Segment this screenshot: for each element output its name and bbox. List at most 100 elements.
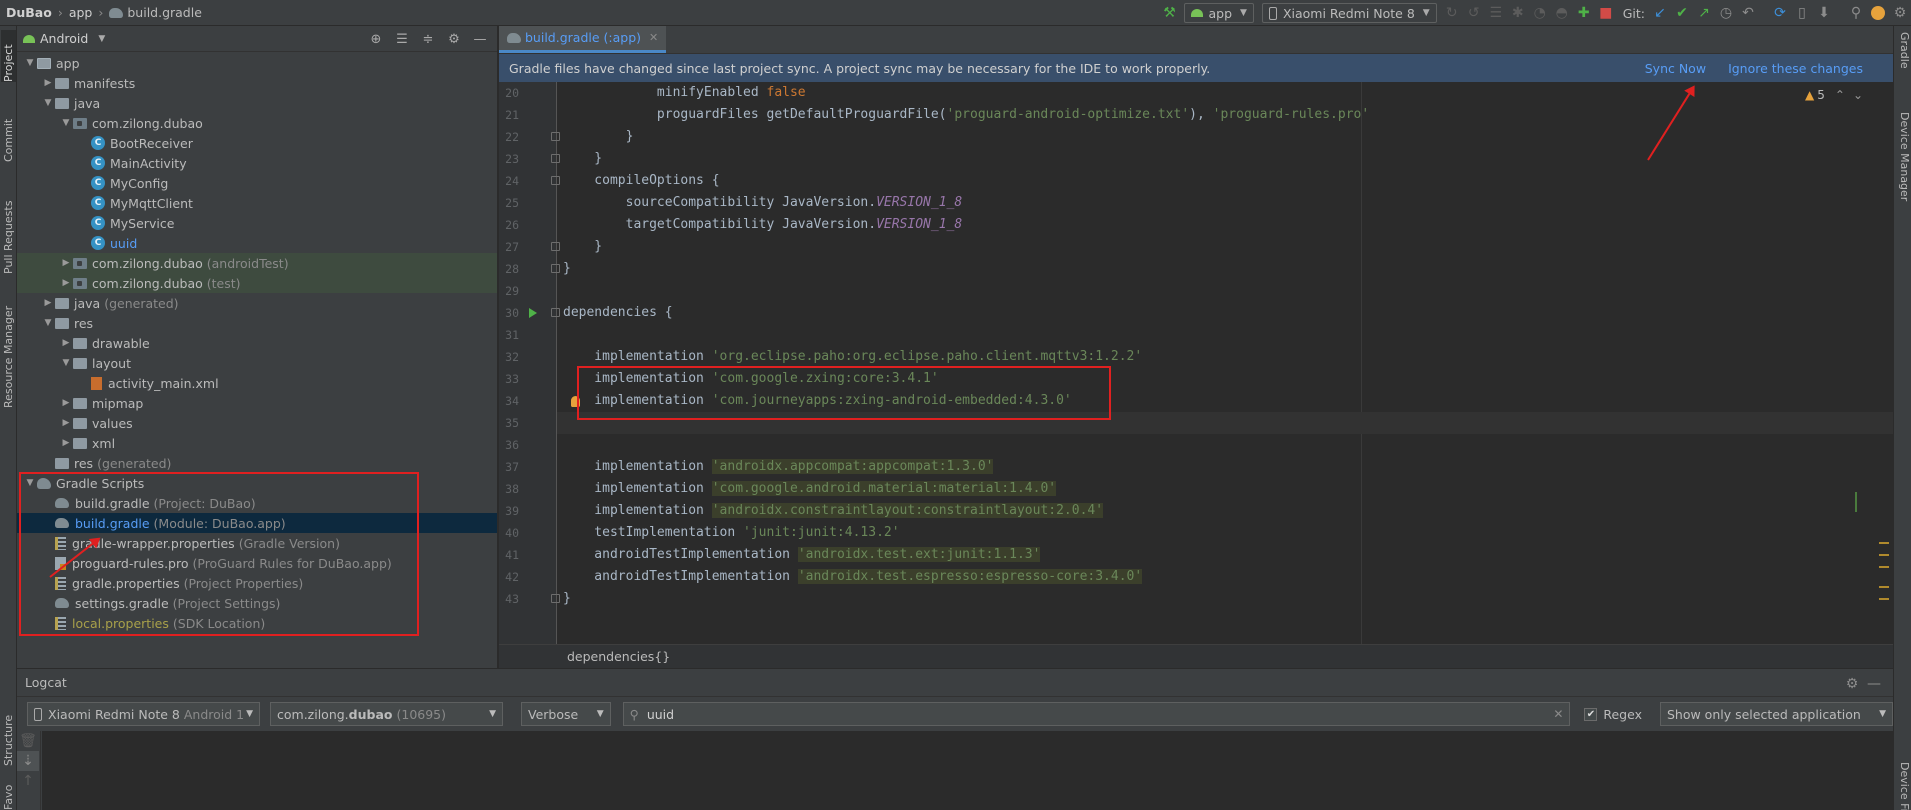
chevron-down-icon[interactable]: ▼ — [59, 118, 73, 128]
project-view-mode[interactable]: Android — [40, 31, 88, 46]
code-line[interactable]: sourceCompatibility JavaVersion.VERSION_… — [563, 192, 963, 214]
tree-item[interactable]: Cuuid — [17, 233, 497, 253]
tool-tab-structure[interactable]: Structure — [1, 696, 16, 766]
lightbulb-icon[interactable] — [571, 396, 580, 407]
code-line[interactable]: implementation 'com.google.zxing:core:3.… — [563, 368, 938, 390]
tree-item[interactable]: ▶ com.zilong.dubao (test) — [17, 273, 497, 293]
rerun-icon[interactable]: ↻ — [1441, 2, 1463, 24]
chevron-down-icon[interactable]: ▼ — [41, 98, 55, 108]
tool-tab-favorites[interactable]: Favorites — [1, 784, 16, 810]
git-commit-icon[interactable]: ✔ — [1671, 2, 1693, 24]
fold-marker-icon[interactable] — [551, 154, 560, 163]
tool-tab-device-file-explorer[interactable]: Device File Explorer — [1896, 762, 1911, 810]
chevron-up-icon[interactable]: ⌃ — [1835, 88, 1845, 102]
attach-debugger-icon[interactable]: ✚ — [1573, 2, 1595, 24]
arrow-up-icon[interactable]: ↑ — [17, 771, 39, 791]
logcat-search-input[interactable]: ⚲ uuid ✕ — [622, 702, 1571, 726]
ignore-changes-link[interactable]: Ignore these changes — [1728, 61, 1863, 76]
fold-marker-icon[interactable] — [551, 594, 560, 603]
tool-tab-pull-requests[interactable]: Pull Requests — [1, 186, 16, 274]
chevron-right-icon[interactable]: ▶ — [59, 398, 73, 408]
tree-item[interactable]: ▼ java — [17, 93, 497, 113]
tree-item[interactable]: gradle.properties (Project Properties) — [17, 573, 497, 593]
tree-item[interactable]: build.gradle (Project: DuBao) — [17, 493, 497, 513]
tree-item[interactable]: C MainActivity — [17, 153, 497, 173]
tool-tab-gradle[interactable]: Gradle — [1896, 32, 1911, 82]
warning-stripe[interactable] — [1879, 598, 1889, 600]
expand-all-icon[interactable]: ☰ — [389, 28, 415, 50]
tree-item[interactable]: ▶ drawable — [17, 333, 497, 353]
tree-item[interactable]: activity_main.xml — [17, 373, 497, 393]
code-line[interactable]: proguardFiles getDefaultProguardFile('pr… — [563, 104, 1369, 126]
chevron-right-icon[interactable]: ▶ — [59, 338, 73, 348]
code-line[interactable]: androidTestImplementation 'androidx.test… — [563, 544, 1041, 566]
sync-now-link[interactable]: Sync Now — [1645, 61, 1706, 76]
tool-tab-project[interactable]: Project — [1, 30, 16, 82]
code-line[interactable]: } — [563, 148, 602, 170]
code-line[interactable]: } — [563, 126, 634, 148]
tree-item[interactable]: C MyMqttClient — [17, 193, 497, 213]
device-select[interactable]: Xiaomi Redmi Note 8 ▼ — [1261, 3, 1437, 23]
logcat-device-select[interactable]: Xiaomi Redmi Note 8 Android 1 ▼ — [27, 702, 260, 726]
tool-tab-resource-manager[interactable]: Resource Manager — [1, 296, 16, 408]
hammer-icon[interactable]: ⚒ — [1158, 2, 1180, 24]
sdk-manager-icon[interactable]: ⬇ — [1813, 2, 1835, 24]
fold-marker-icon[interactable] — [551, 132, 560, 141]
gear-icon[interactable]: ⚙ — [441, 28, 467, 50]
tree-item[interactable]: build.gradle (Module: DuBao.app) — [17, 513, 497, 533]
tree-item[interactable]: res (generated) — [17, 453, 497, 473]
tree-item[interactable]: ▼ res — [17, 313, 497, 333]
tree-item[interactable]: ▼ Gradle Scripts — [17, 473, 497, 493]
chevron-right-icon[interactable]: ▶ — [59, 258, 73, 268]
profile-icon[interactable]: ◔ — [1529, 2, 1551, 24]
chevron-down-icon[interactable]: ▼ — [23, 58, 37, 68]
tree-item[interactable]: C MyConfig — [17, 173, 497, 193]
warning-stripe[interactable] — [1879, 554, 1889, 556]
clear-icon[interactable]: ✕ — [1553, 707, 1563, 721]
code-area[interactable]: 20 21 22 23 24 25 26 27 28 29 30 31 32 33 34 35 36 37 38 39… — [499, 82, 1893, 644]
fold-marker-icon[interactable] — [551, 308, 560, 317]
code-line[interactable]: androidTestImplementation 'androidx.test… — [563, 566, 1143, 588]
debug-icon[interactable]: ✱ — [1507, 2, 1529, 24]
hide-panel-icon[interactable]: — — [467, 28, 493, 50]
tool-tab-device-manager[interactable]: Device Manager — [1896, 112, 1911, 212]
code-line[interactable]: testImplementation 'junit:junit:4.13.2' — [563, 522, 899, 544]
code-line[interactable]: } — [563, 236, 602, 258]
warning-stripe[interactable] — [1879, 566, 1889, 568]
tree-item[interactable]: ▶ values — [17, 413, 497, 433]
tree-item[interactable]: local.properties (SDK Location) — [17, 613, 497, 633]
tree-item[interactable]: ▶ mipmap — [17, 393, 497, 413]
fold-marker-icon[interactable] — [551, 176, 560, 185]
chevron-right-icon[interactable]: ▶ — [59, 418, 73, 428]
fold-marker-icon[interactable] — [551, 264, 560, 273]
regex-checkbox[interactable]: ✔ — [1584, 707, 1598, 721]
tree-item[interactable]: proguard-rules.pro (ProGuard Rules for Du… — [17, 553, 497, 573]
logcat-level-select[interactable]: Verbose ▼ — [521, 702, 611, 726]
chevron-down-icon[interactable]: ▼ — [59, 358, 73, 368]
chevron-right-icon[interactable]: ▶ — [41, 298, 55, 308]
trash-icon[interactable]: 🗑 — [17, 731, 39, 751]
code-line[interactable]: implementation 'androidx.constraintlayou… — [563, 500, 1104, 522]
stop-icon[interactable]: ■ — [1595, 2, 1617, 24]
search-icon[interactable]: ⚲ — [1845, 2, 1867, 24]
code-line[interactable]: implementation 'org.eclipse.paho:org.ecl… — [563, 346, 1142, 368]
tree-item[interactable]: ▶ manifests — [17, 73, 497, 93]
code-line[interactable]: implementation 'com.journeyapps:zxing-an… — [563, 390, 1071, 412]
settings-icon[interactable]: ⚙ — [1889, 2, 1911, 24]
tree-item[interactable]: ▼ com.zilong.dubao — [17, 113, 497, 133]
update-icon[interactable] — [1867, 2, 1889, 24]
code-breadcrumb-item[interactable]: dependencies{} — [567, 649, 670, 664]
logcat-output[interactable] — [42, 731, 1893, 810]
logcat-filter-select[interactable]: Show only selected application ▼ — [1659, 702, 1893, 726]
tree-item[interactable]: settings.gradle (Project Settings) — [17, 593, 497, 613]
chevron-right-icon[interactable]: ▶ — [41, 78, 55, 88]
git-push-icon[interactable]: ↗ — [1693, 2, 1715, 24]
sync-gradle-icon[interactable]: ⟳ — [1769, 2, 1791, 24]
code-line[interactable]: dependencies { — [563, 302, 673, 324]
hide-panel-icon[interactable]: — — [1863, 673, 1885, 695]
inspection-widget[interactable]: ▲ 5 ⌃ ⌄ — [1805, 88, 1863, 102]
git-update-icon[interactable]: ↙ — [1649, 2, 1671, 24]
code-line[interactable]: implementation 'com.google.android.mater… — [563, 478, 1057, 500]
gear-icon[interactable]: ⚙ — [1841, 673, 1863, 695]
tree-item[interactable]: gradle-wrapper.properties (Gradle Version… — [17, 533, 497, 553]
